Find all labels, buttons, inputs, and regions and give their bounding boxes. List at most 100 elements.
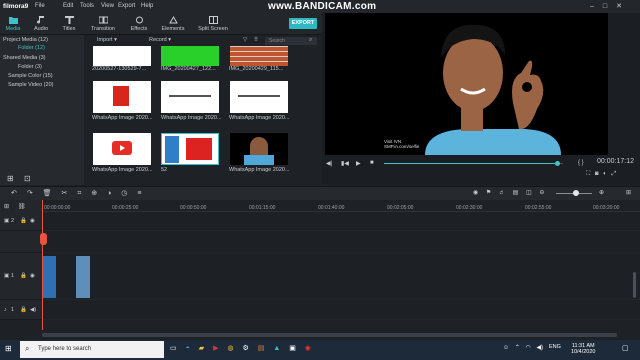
media-thumb[interactable] (230, 46, 288, 66)
render-icon[interactable]: ◉ (473, 190, 478, 196)
word-icon[interactable]: ▤ (258, 345, 265, 352)
media-thumb[interactable] (230, 133, 288, 165)
timeline-scrollbar[interactable] (42, 333, 617, 337)
expand-icon[interactable]: ⤢ (611, 171, 616, 177)
link-icon[interactable]: ⛓ (18, 203, 26, 210)
media-thumb[interactable] (93, 46, 151, 66)
marker-icon[interactable]: ⚑ (486, 190, 491, 196)
camera-icon[interactable]: ◙ (595, 171, 599, 177)
settings-icon[interactable]: ⚙ (243, 345, 249, 352)
language-indicator[interactable]: ENG (549, 344, 561, 350)
rewind-icon[interactable]: ▮◀ (341, 160, 349, 167)
stop-icon[interactable]: ■ (370, 160, 374, 166)
timeline-right-tools[interactable]: ◉ ⚑ ♬ ▤ ◫ ⊖ (473, 189, 544, 196)
taskbar-search[interactable]: ⌕ Type here to search (20, 341, 164, 358)
speed-icon[interactable]: ◷ (121, 190, 127, 197)
sidebar-item-sample-video[interactable]: Sample Video (20) (8, 82, 53, 88)
sidebar-item-folder-project[interactable]: Folder (12) (18, 45, 45, 51)
media-thumb[interactable] (93, 81, 151, 113)
eye-icon[interactable]: ◉ (30, 273, 35, 279)
playhead[interactable] (42, 200, 43, 330)
edit-tools[interactable]: ↶ ↷ 🗑 ✂ ⌗ ⊕ ◑ ◷ ≡ (11, 189, 141, 198)
play-icon[interactable]: ▶ (356, 160, 361, 167)
tab-audio[interactable]: Audio (30, 13, 52, 35)
record-dropdown[interactable]: Record ▾ (149, 37, 171, 43)
media-thumb-selected[interactable] (161, 133, 219, 165)
lock-icon[interactable]: 🔒 (20, 218, 27, 224)
menu-tools[interactable]: Tools (80, 3, 94, 9)
undo-icon[interactable]: ↶ (11, 190, 17, 197)
menu-help[interactable]: Help (141, 3, 153, 9)
tab-split-screen[interactable]: Split Screen (196, 13, 230, 35)
speaker-icon[interactable]: ◀) (30, 307, 36, 313)
tab-elements[interactable]: Elements (160, 13, 186, 35)
add-folder-icon[interactable]: ⊡ (24, 174, 31, 183)
menu-file[interactable]: File (35, 3, 45, 9)
preview-video[interactable] (325, 13, 608, 155)
playhead-handle[interactable] (40, 233, 47, 245)
filmora-icon[interactable]: ▲ (273, 345, 280, 352)
minimize-icon[interactable]: – (590, 3, 603, 10)
mic-icon[interactable]: ♬ (499, 190, 505, 196)
track-lane[interactable] (42, 253, 640, 300)
filter-icon[interactable]: ▽ (243, 37, 247, 43)
progress-handle[interactable] (555, 161, 561, 166)
mixer-icon[interactable]: ▤ (513, 190, 519, 196)
wifi-icon[interactable]: ◠ (526, 345, 531, 351)
store-icon[interactable]: ▣ (289, 345, 296, 352)
sidebar-item-folder-shared[interactable]: Folder (3) (18, 64, 42, 70)
color-icon[interactable]: ◑ (107, 190, 111, 197)
close-icon[interactable]: ✕ (616, 3, 631, 10)
track-lane[interactable] (42, 212, 640, 231)
fullscreen-icon[interactable]: ⛶ (586, 171, 590, 177)
vertical-scrollbar[interactable] (633, 272, 636, 298)
video-app-icon[interactable]: ▶ (213, 345, 218, 352)
taskbar-apps[interactable]: ▭ ◓ ▰ ▶ ◍ ⚙ ▤ ▲ ▣ ◉ (170, 344, 311, 352)
bandicam-icon[interactable]: ◉ (305, 345, 311, 352)
zoom-out-icon[interactable]: ⊖ (539, 190, 544, 196)
window-controls[interactable]: –□✕ (590, 2, 631, 10)
system-tray[interactable]: ☺ ⌃ ◠ ◀) (503, 344, 543, 351)
people-icon[interactable]: ☺ (503, 345, 509, 351)
fit-icon[interactable]: ⊞ (626, 189, 631, 196)
delete-icon[interactable]: 🗑 (43, 190, 52, 197)
tab-transition[interactable]: Transition (90, 13, 116, 35)
volume-icon[interactable]: ◐ (603, 171, 607, 177)
maximize-icon[interactable]: □ (603, 3, 616, 10)
tab-media[interactable]: Media (2, 13, 24, 35)
timeline-clip[interactable] (42, 256, 56, 298)
windows-start-icon[interactable]: ⊞ (5, 344, 12, 353)
notification-icon[interactable]: ▢ (622, 344, 629, 352)
cut-icon[interactable]: ✂ (62, 190, 68, 197)
menu-edit[interactable]: Edit (63, 3, 73, 9)
task-view-icon[interactable]: ▭ (170, 345, 177, 352)
media-thumb[interactable] (93, 133, 151, 165)
zoom-in-icon[interactable]: ⊕ (599, 189, 604, 196)
audio-mix-icon[interactable]: ≡ (137, 190, 141, 197)
volume-tray-icon[interactable]: ◀) (536, 345, 543, 351)
redo-icon[interactable]: ↷ (27, 190, 33, 197)
crop-icon[interactable]: ⌗ (77, 190, 81, 197)
previous-frame-icon[interactable]: ◀| (326, 160, 332, 167)
track-lane[interactable] (42, 300, 640, 320)
lock-icon[interactable]: 🔒 (20, 307, 27, 313)
edge-icon[interactable]: ◓ (186, 345, 190, 352)
zoom-slider-handle[interactable] (573, 190, 579, 196)
tab-titles[interactable]: Titles (58, 13, 80, 35)
media-thumb[interactable] (161, 81, 219, 113)
menu-export[interactable]: Export (118, 3, 135, 9)
tab-effects[interactable]: Effects (126, 13, 152, 35)
snapshot-icon[interactable]: ◫ (526, 190, 532, 196)
explorer-icon[interactable]: ▰ (199, 345, 204, 352)
timeline-clip[interactable] (76, 256, 90, 298)
track-lane[interactable] (42, 231, 640, 253)
zoom-icon[interactable]: ⊕ (91, 190, 97, 197)
clock[interactable]: 11:31 AM 10/4/2020 (571, 343, 595, 355)
new-folder-icon[interactable]: ⊞ (7, 174, 14, 183)
bracket-icon[interactable]: { } (578, 160, 584, 166)
grid-view-icon[interactable]: ⠿ (254, 37, 258, 43)
import-dropdown[interactable]: Import ▾ (97, 37, 117, 43)
player-extra-controls[interactable]: ⛶ ◙ ◐ ⤢ (586, 171, 616, 178)
lock-icon[interactable]: 🔒 (20, 273, 27, 279)
chevron-up-icon[interactable]: ⌃ (515, 345, 520, 351)
